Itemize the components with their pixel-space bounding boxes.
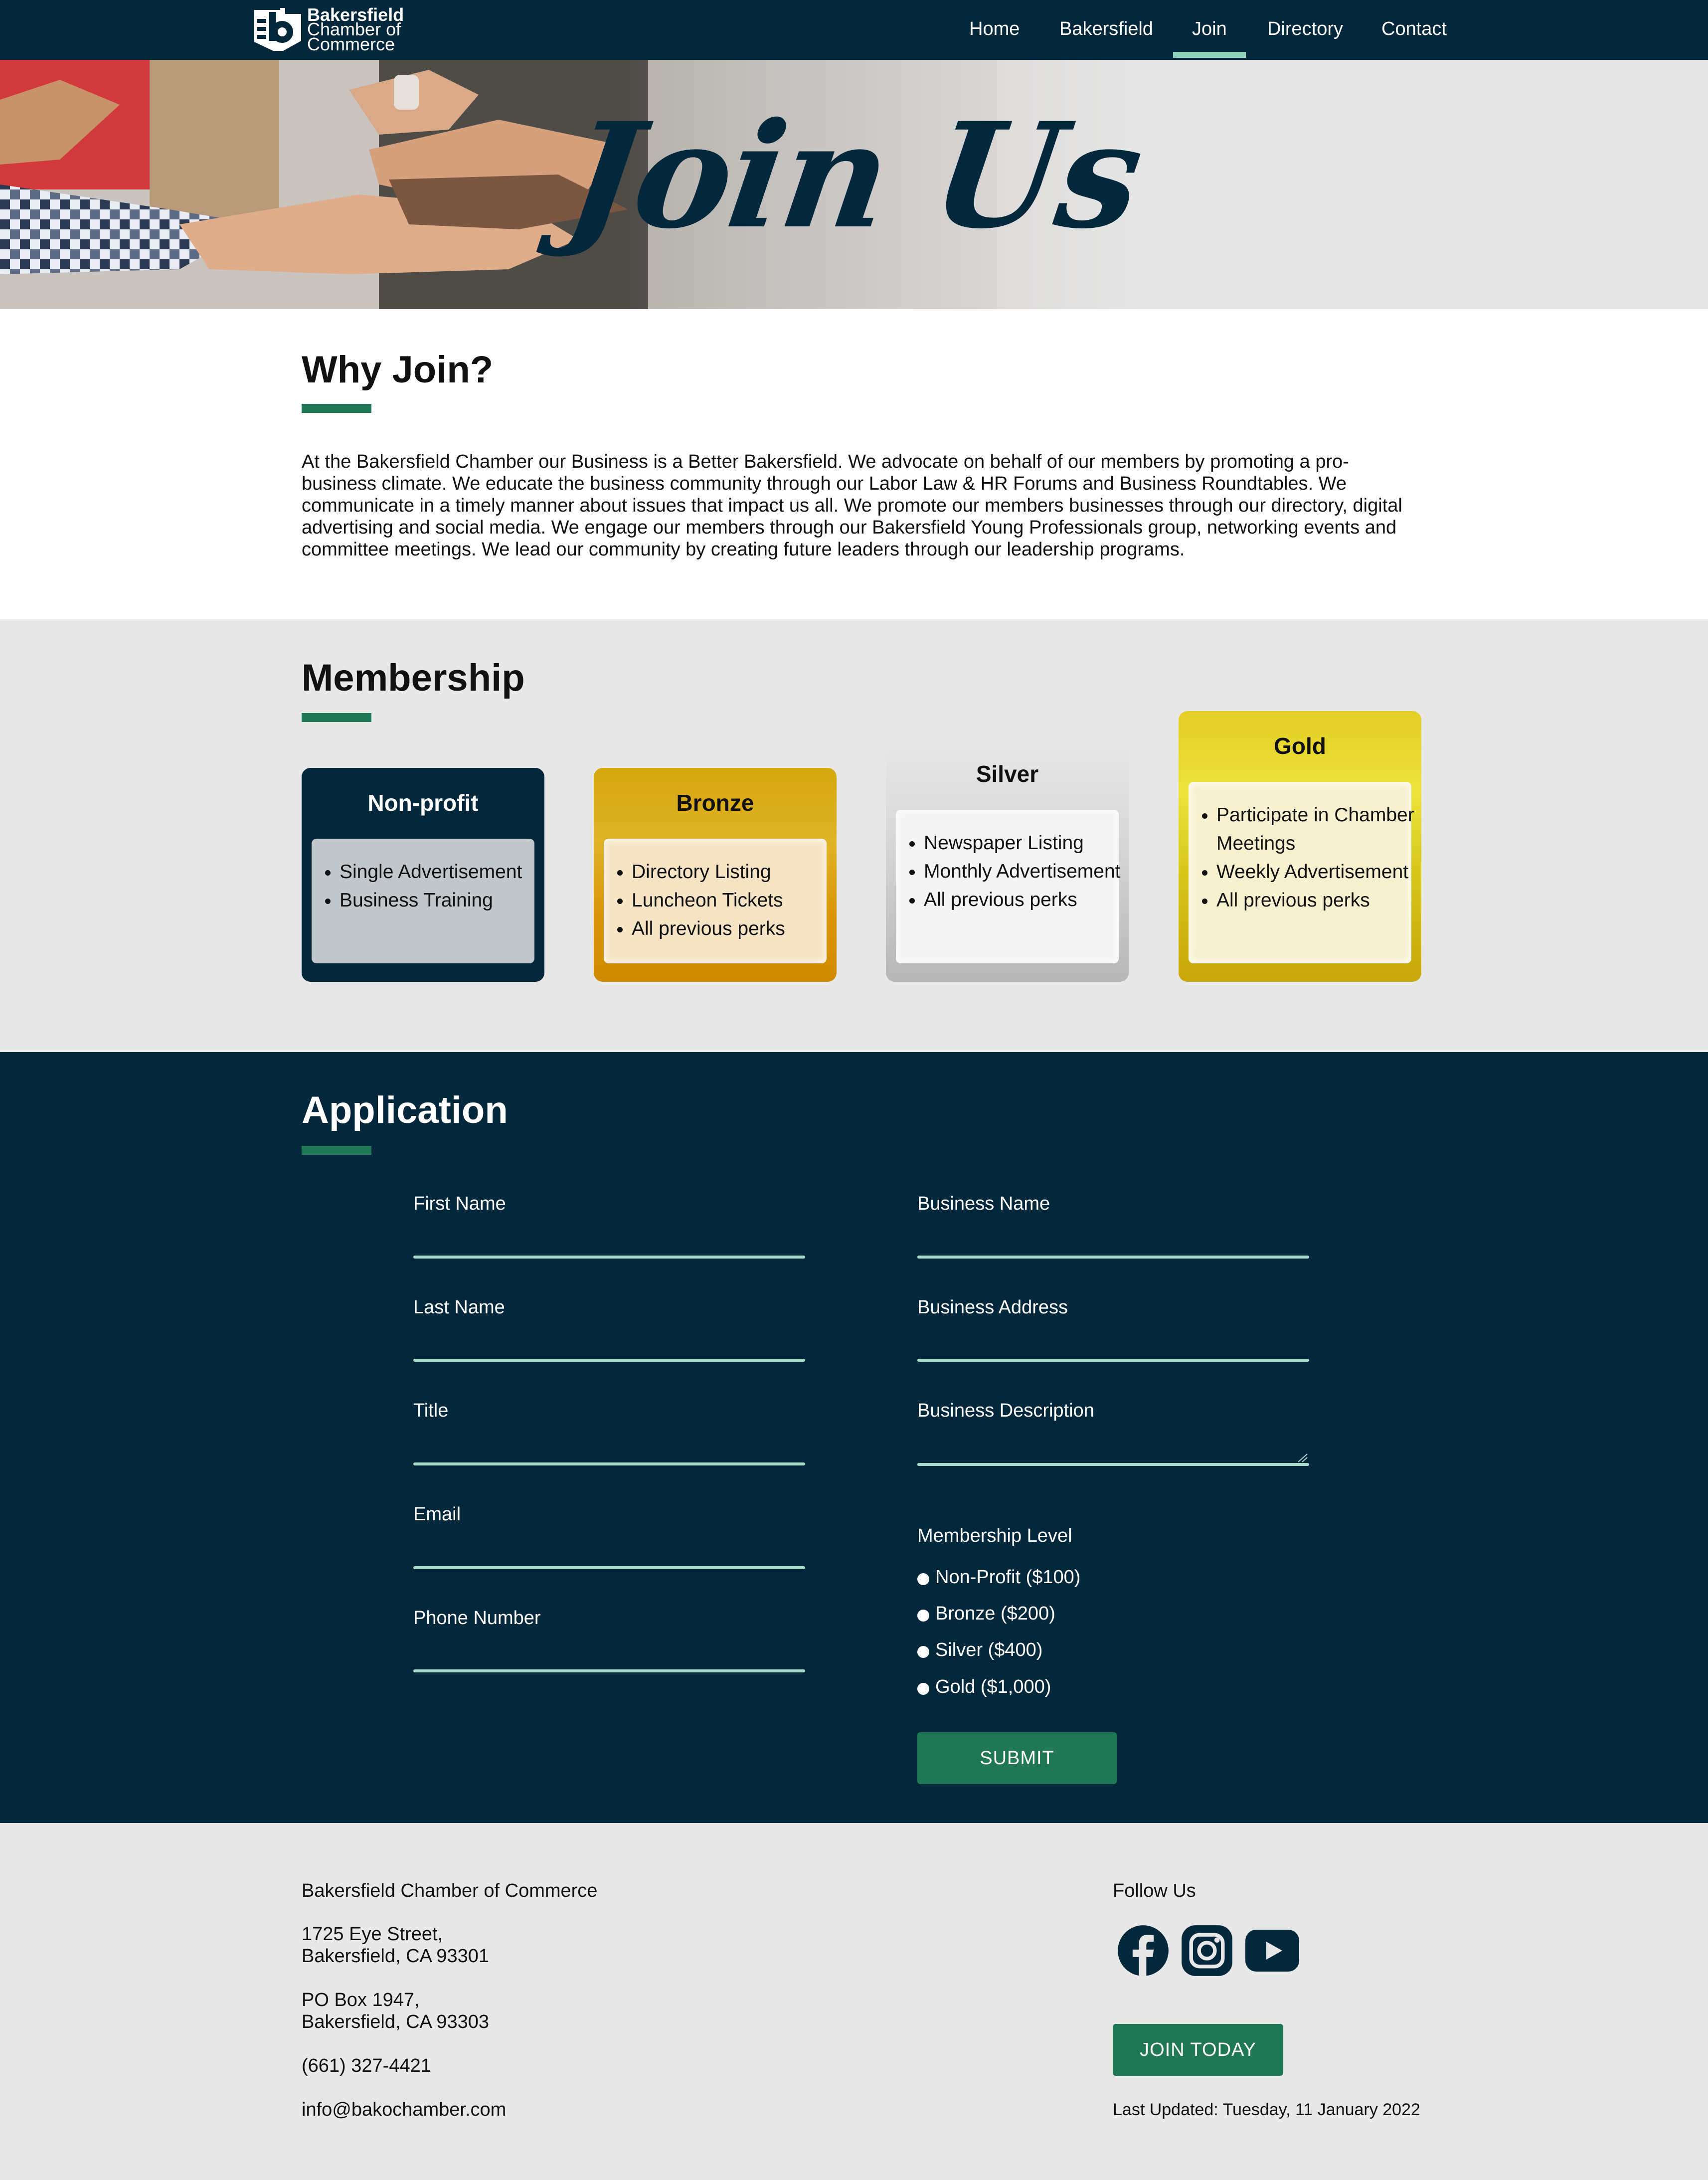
radio-label: Silver ($400) bbox=[935, 1639, 1043, 1660]
email-underline bbox=[413, 1566, 805, 1569]
footer-org-name: Bakersfield Chamber of Commerce bbox=[302, 1880, 598, 1901]
radio-label: Non-Profit ($100) bbox=[935, 1567, 1081, 1588]
first-name-underline bbox=[413, 1256, 805, 1259]
why-join-section: Why Join? At the Bakersfield Chamber our… bbox=[0, 309, 1708, 619]
radio-button[interactable] bbox=[917, 1646, 929, 1658]
heading-underline bbox=[302, 1146, 371, 1155]
perk-item: Monthly Advertisement bbox=[924, 857, 1124, 886]
email-label: Email bbox=[413, 1504, 461, 1525]
radio-label: Gold ($1,000) bbox=[935, 1676, 1051, 1697]
tier-perks-list: Newspaper Listing Monthly Advertisement … bbox=[924, 829, 1124, 914]
perk-item: All previous perks bbox=[1216, 886, 1416, 914]
email-input[interactable] bbox=[413, 1531, 805, 1558]
business-name-underline bbox=[917, 1256, 1309, 1259]
tier-title: Non-profit bbox=[367, 790, 479, 816]
why-join-heading: Why Join? bbox=[302, 349, 494, 391]
facebook-icon[interactable] bbox=[1117, 1924, 1170, 1977]
perk-item: Luncheon Tickets bbox=[632, 886, 832, 914]
why-join-text: At the Bakersfield Chamber our Business … bbox=[302, 451, 1402, 560]
perk-item: Directory Listing bbox=[632, 858, 832, 886]
footer: Bakersfield Chamber of Commerce 1725 Eye… bbox=[0, 1823, 1708, 2180]
footer-phone[interactable]: (661) 327-4421 bbox=[302, 2055, 431, 2077]
tier-card-silver: Silver Newspaper Listing Monthly Adverti… bbox=[886, 739, 1129, 982]
instagram-icon[interactable] bbox=[1181, 1924, 1233, 1977]
tier-card-gold: Gold Participate in Chamber Meetings Wee… bbox=[1179, 711, 1421, 982]
footer-address2-line2: Bakersfield, CA 93303 bbox=[302, 2011, 490, 2032]
perk-item: Single Advertisement bbox=[340, 858, 539, 886]
perk-item: Business Training bbox=[340, 886, 539, 914]
hero-banner: Join Us bbox=[0, 60, 1708, 309]
hero-title: Join Us bbox=[557, 91, 1151, 261]
last-name-input[interactable] bbox=[413, 1323, 805, 1350]
tier-card-bronze: Bronze Directory Listing Luncheon Ticket… bbox=[594, 768, 837, 982]
last-name-label: Last Name bbox=[413, 1297, 505, 1318]
business-name-label: Business Name bbox=[917, 1193, 1050, 1214]
logo-text-commerce: Commerce bbox=[307, 34, 395, 54]
heading-underline bbox=[302, 404, 371, 413]
perk-item: Newspaper Listing bbox=[924, 829, 1124, 857]
last-name-underline bbox=[413, 1359, 805, 1362]
last-updated-text: Last Updated: Tuesday, 11 January 2022 bbox=[1113, 2100, 1420, 2119]
membership-heading: Membership bbox=[302, 657, 525, 699]
radio-button[interactable] bbox=[917, 1573, 929, 1585]
logo-mark-icon bbox=[254, 8, 301, 51]
heading-underline bbox=[302, 713, 371, 722]
first-name-label: First Name bbox=[413, 1193, 506, 1214]
submit-button[interactable]: SUBMIT bbox=[917, 1732, 1117, 1784]
title-input[interactable] bbox=[413, 1427, 805, 1454]
perk-item: All previous perks bbox=[632, 914, 832, 943]
business-description-underline bbox=[917, 1463, 1309, 1466]
tier-title: Silver bbox=[976, 761, 1039, 787]
business-address-input[interactable] bbox=[917, 1323, 1309, 1350]
nav-join[interactable]: Join bbox=[1173, 16, 1246, 58]
perk-item: Weekly Advertisement bbox=[1216, 858, 1416, 886]
title-underline bbox=[413, 1462, 805, 1465]
tier-card-nonprofit: Non-profit Single Advertisement Business… bbox=[302, 768, 544, 982]
chamber-logo[interactable]: Bakersfield Chamber of Commerce bbox=[253, 6, 404, 54]
join-today-button[interactable]: JOIN TODAY bbox=[1113, 2024, 1283, 2076]
membership-level-label: Membership Level bbox=[917, 1525, 1072, 1546]
application-heading: Application bbox=[302, 1089, 508, 1131]
nav-bakersfield[interactable]: Bakersfield bbox=[1059, 16, 1153, 42]
business-description-textarea[interactable] bbox=[917, 1427, 1309, 1460]
business-description-label: Business Description bbox=[917, 1400, 1094, 1421]
phone-input[interactable] bbox=[413, 1635, 805, 1661]
radio-label: Bronze ($200) bbox=[935, 1603, 1055, 1624]
tier-title: Bronze bbox=[676, 790, 754, 816]
business-address-label: Business Address bbox=[917, 1297, 1068, 1318]
application-section: Application First Name Last Name Title E… bbox=[0, 1052, 1708, 1823]
top-nav: Bakersfield Chamber of Commerce Home Bak… bbox=[0, 0, 1708, 60]
phone-underline bbox=[413, 1669, 805, 1672]
nav-directory[interactable]: Directory bbox=[1267, 16, 1343, 42]
phone-label: Phone Number bbox=[413, 1608, 541, 1629]
membership-section: Membership Non-profit Single Advertiseme… bbox=[0, 619, 1708, 1052]
tier-perks-list: Single Advertisement Business Training bbox=[340, 858, 539, 914]
business-address-underline bbox=[917, 1359, 1309, 1362]
tier-perks-list: Participate in Chamber Meetings Weekly A… bbox=[1216, 801, 1416, 914]
radio-button[interactable] bbox=[917, 1610, 929, 1622]
footer-address2-line1: PO Box 1947, bbox=[302, 1990, 420, 2010]
youtube-icon[interactable] bbox=[1244, 1924, 1300, 1977]
title-label: Title bbox=[413, 1400, 449, 1421]
perk-item: Participate in Chamber Meetings bbox=[1216, 801, 1416, 858]
nav-home[interactable]: Home bbox=[969, 16, 1020, 42]
business-name-input[interactable] bbox=[917, 1220, 1309, 1247]
footer-address1-line2: Bakersfield, CA 93301 bbox=[302, 1946, 490, 1967]
resize-handle-icon[interactable] bbox=[1295, 1453, 1308, 1463]
footer-address1-line1: 1725 Eye Street, bbox=[302, 1924, 443, 1945]
tier-perks-list: Directory Listing Luncheon Tickets All p… bbox=[632, 858, 832, 943]
nav-contact[interactable]: Contact bbox=[1381, 16, 1447, 42]
footer-email[interactable]: info@bakochamber.com bbox=[302, 2099, 506, 2121]
tier-title: Gold bbox=[1274, 733, 1326, 759]
follow-us-label: Follow Us bbox=[1113, 1880, 1196, 1901]
radio-button[interactable] bbox=[917, 1683, 929, 1695]
first-name-input[interactable] bbox=[413, 1220, 805, 1247]
perk-item: All previous perks bbox=[924, 886, 1124, 914]
